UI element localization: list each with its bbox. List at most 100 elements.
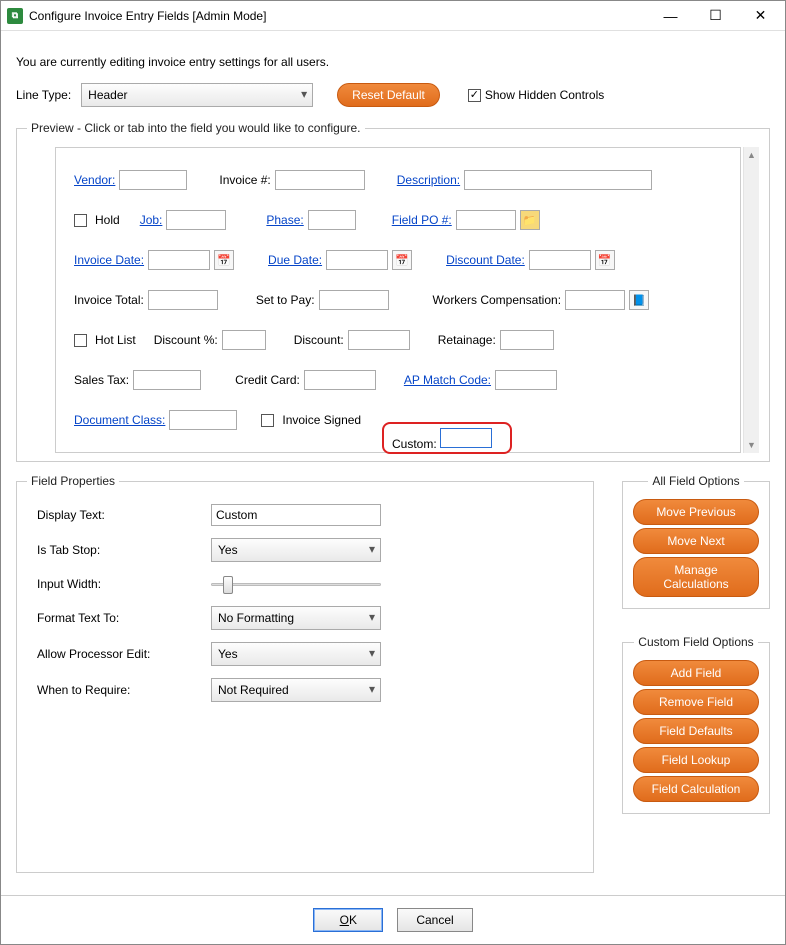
all-field-options-fieldset: All Field Options Move Previous Move Nex… [622,474,770,609]
custom-input[interactable] [440,428,492,448]
when-require-select[interactable]: Not Required [211,678,381,702]
ap-match-input[interactable] [495,370,557,390]
invoice-total-label: Invoice Total: [74,293,144,307]
input-width-label: Input Width: [37,577,197,591]
custom-field-options-legend: Custom Field Options [634,635,757,649]
maximize-button[interactable]: ☐ [693,2,738,30]
ap-match-label[interactable]: AP Match Code: [404,373,491,387]
hold-checkbox[interactable] [74,214,87,227]
move-previous-button[interactable]: Move Previous [633,499,759,525]
titlebar: ⧉ Configure Invoice Entry Fields [Admin … [1,1,785,31]
footer: OK Cancel [1,895,785,944]
manage-calculations-button[interactable]: Manage Calculations [633,557,759,597]
cancel-button[interactable]: Cancel [397,908,472,932]
document-class-label[interactable]: Document Class: [74,413,165,427]
discount-date-input[interactable] [529,250,591,270]
remove-field-button[interactable]: Remove Field [633,689,759,715]
window-buttons: — ☐ ✕ [648,2,783,30]
credit-card-input[interactable] [304,370,376,390]
app-icon: ⧉ [7,8,23,24]
due-date-input[interactable] [326,250,388,270]
due-date-label[interactable]: Due Date: [268,253,322,267]
close-button[interactable]: ✕ [738,2,783,30]
invoice-date-label[interactable]: Invoice Date: [74,253,144,267]
set-to-pay-label: Set to Pay: [256,293,315,307]
is-tab-stop-select[interactable]: Yes [211,538,381,562]
scroll-up-icon[interactable]: ▲ [744,147,759,163]
line-type-select[interactable]: Header [81,83,313,107]
document-class-input[interactable] [169,410,237,430]
format-label: Format Text To: [37,611,197,625]
minimize-button[interactable]: — [648,2,693,30]
preview-panel[interactable]: Vendor: Invoice #: Description: Hold Job… [55,147,741,453]
discount-pct-label: Discount %: [154,333,218,347]
display-text-input[interactable] [211,504,381,526]
credit-card-label: Credit Card: [235,373,300,387]
all-field-options-legend: All Field Options [648,474,743,488]
hold-label: Hold [95,213,120,227]
vendor-input[interactable] [119,170,187,190]
hot-list-checkbox[interactable] [74,334,87,347]
book-icon[interactable]: 📘 [629,290,649,310]
phase-input[interactable] [308,210,356,230]
folder-icon[interactable]: 📁 [520,210,540,230]
add-field-button[interactable]: Add Field [633,660,759,686]
scroll-down-icon[interactable]: ▼ [744,437,759,453]
ok-button[interactable]: OK [313,908,383,932]
input-width-slider[interactable] [211,574,381,594]
description-label[interactable]: Description: [397,173,460,187]
retainage-input[interactable] [500,330,554,350]
display-text-label: Display Text: [37,508,197,522]
window-title: Configure Invoice Entry Fields [Admin Mo… [29,9,648,23]
field-calculation-button[interactable]: Field Calculation [633,776,759,802]
custom-field-options-fieldset: Custom Field Options Add Field Remove Fi… [622,635,770,814]
vendor-label[interactable]: Vendor: [74,173,115,187]
invoice-signed-label: Invoice Signed [282,413,361,427]
custom-label: Custom: [392,437,437,451]
workers-comp-input[interactable] [565,290,625,310]
calendar-icon[interactable]: 📅 [214,250,234,270]
retainage-label: Retainage: [438,333,496,347]
calendar-icon[interactable]: 📅 [595,250,615,270]
preview-legend: Preview - Click or tab into the field yo… [27,121,365,135]
top-row: Line Type: Header Reset Default Show Hid… [16,83,770,107]
show-hidden-wrapper[interactable]: Show Hidden Controls [468,88,604,102]
invoice-signed-checkbox[interactable] [261,414,274,427]
show-hidden-label: Show Hidden Controls [485,88,604,102]
allow-edit-select[interactable]: Yes [211,642,381,666]
phase-label[interactable]: Phase: [266,213,303,227]
invoice-date-input[interactable] [148,250,210,270]
job-label[interactable]: Job: [140,213,163,227]
preview-fieldset: Preview - Click or tab into the field yo… [16,121,770,462]
custom-field-highlight: Custom: [382,422,512,454]
calendar-icon[interactable]: 📅 [392,250,412,270]
when-require-label: When to Require: [37,683,197,697]
hot-list-label: Hot List [95,333,136,347]
discount-date-label[interactable]: Discount Date: [446,253,525,267]
field-po-label[interactable]: Field PO #: [392,213,452,227]
line-type-label: Line Type: [16,88,71,102]
set-to-pay-input[interactable] [319,290,389,310]
discount-label: Discount: [294,333,344,347]
move-next-button[interactable]: Move Next [633,528,759,554]
allow-edit-label: Allow Processor Edit: [37,647,197,661]
field-po-input[interactable] [456,210,516,230]
discount-pct-input[interactable] [222,330,266,350]
preview-scrollbar[interactable]: ▲ ▼ [743,147,759,453]
job-input[interactable] [166,210,226,230]
field-properties-fieldset: Field Properties Display Text: Is Tab St… [16,474,594,873]
invoice-num-label: Invoice #: [219,173,270,187]
field-lookup-button[interactable]: Field Lookup [633,747,759,773]
format-select[interactable]: No Formatting [211,606,381,630]
invoice-num-input[interactable] [275,170,365,190]
show-hidden-checkbox[interactable] [468,89,481,102]
sales-tax-input[interactable] [133,370,201,390]
invoice-total-input[interactable] [148,290,218,310]
reset-default-button[interactable]: Reset Default [337,83,440,107]
discount-input[interactable] [348,330,410,350]
content-area: You are currently editing invoice entry … [1,31,785,895]
field-properties-legend: Field Properties [27,474,119,488]
sales-tax-label: Sales Tax: [74,373,129,387]
field-defaults-button[interactable]: Field Defaults [633,718,759,744]
description-input[interactable] [464,170,652,190]
